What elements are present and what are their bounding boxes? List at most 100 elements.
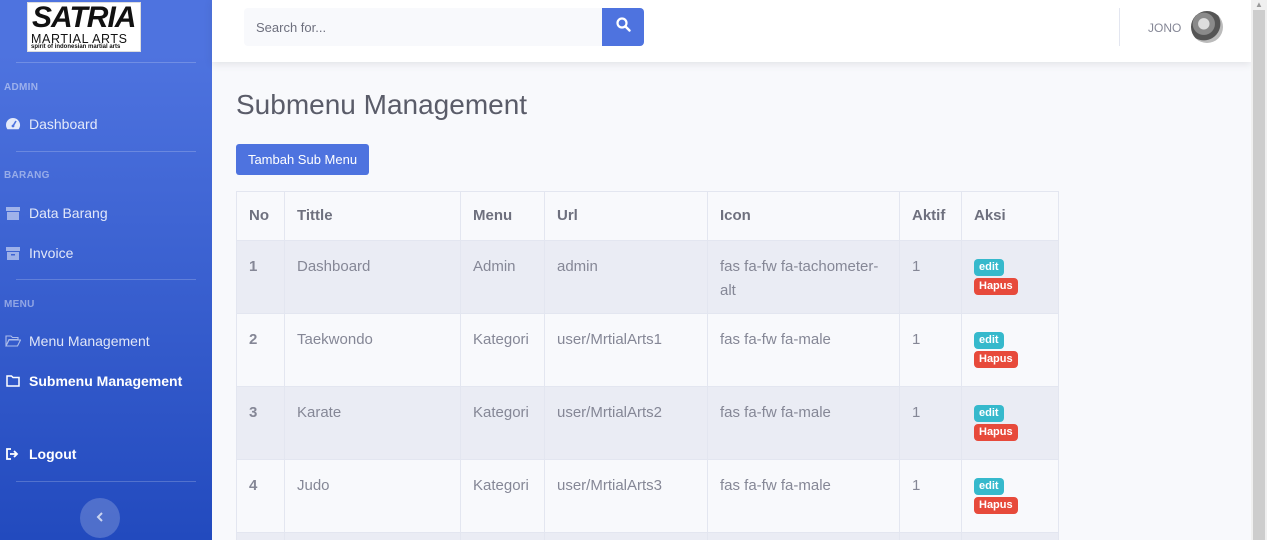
cell-no: 1 bbox=[236, 240, 285, 314]
column-header-menu: Menu bbox=[460, 191, 545, 241]
add-submenu-button[interactable]: Tambah Sub Menu bbox=[236, 144, 369, 175]
edit-button[interactable]: edit bbox=[974, 478, 1004, 495]
cell-url: user/MrtialArts1 bbox=[544, 313, 708, 387]
search-input[interactable] bbox=[244, 8, 602, 46]
cell-menu bbox=[460, 532, 545, 540]
cell-icon: fas fa-fw fa-tachometer-alt bbox=[707, 240, 900, 314]
sidebar-item-logout[interactable]: Logout bbox=[4, 442, 76, 466]
table-row: 1 Dashboard Admin admin fas fa-fw fa-tac… bbox=[236, 240, 1059, 314]
sidebar-item-label: Submenu Management bbox=[29, 373, 183, 389]
box-icon bbox=[4, 206, 22, 220]
cell-aksi: edit Hapus bbox=[961, 386, 1059, 460]
table-row bbox=[236, 532, 1059, 540]
tachometer-icon bbox=[4, 117, 22, 131]
sidebar-item-label: Data Barang bbox=[29, 205, 108, 221]
cell-aksi bbox=[961, 532, 1059, 540]
cell-aksi: edit Hapus bbox=[961, 240, 1059, 314]
brand-logo[interactable]: SATRIA MARTIAL ARTS spirit of indonesian… bbox=[27, 2, 141, 52]
column-header-url: Url bbox=[544, 191, 708, 241]
cell-menu: Kategori bbox=[460, 459, 545, 533]
sidebar-item-menu-management[interactable]: Menu Management bbox=[4, 329, 150, 353]
sidebar-item-invoice[interactable]: Invoice bbox=[4, 241, 73, 265]
sidebar-toggle-button[interactable] bbox=[80, 498, 120, 538]
column-header-icon: Icon bbox=[707, 191, 900, 241]
sidebar-item-dashboard[interactable]: Dashboard bbox=[4, 112, 98, 136]
cell-title: Dashboard bbox=[284, 240, 461, 314]
sidebar-item-submenu-management[interactable]: Submenu Management bbox=[4, 369, 182, 393]
sidebar-divider bbox=[16, 62, 196, 63]
edit-button[interactable]: edit bbox=[974, 259, 1004, 276]
sidebar-divider bbox=[16, 151, 196, 152]
folder-icon bbox=[4, 374, 22, 388]
cell-title: Taekwondo bbox=[284, 313, 461, 387]
column-header-title: Tittle bbox=[284, 191, 461, 241]
cell-icon: fas fa-fw fa-male bbox=[707, 313, 900, 387]
sidebar-heading-admin: ADMIN bbox=[4, 82, 39, 93]
scrollbar-thumb[interactable] bbox=[1253, 10, 1265, 540]
topbar: JONO bbox=[212, 0, 1251, 62]
search-icon bbox=[615, 17, 631, 37]
cell-title bbox=[284, 532, 461, 540]
page-title: Submenu Management bbox=[236, 89, 528, 120]
cell-icon bbox=[707, 532, 900, 540]
cell-url: admin bbox=[544, 240, 708, 314]
column-header-aktif: Aktif bbox=[899, 191, 962, 241]
table-row: 4 Judo Kategori user/MrtialArts3 fas fa-… bbox=[236, 459, 1059, 533]
table-header-row: No Tittle Menu Url Icon Aktif Aksi bbox=[236, 191, 1059, 241]
cell-aktif: 1 bbox=[899, 386, 962, 460]
table-row: 3 Karate Kategori user/MrtialArts2 fas f… bbox=[236, 386, 1059, 460]
sidebar: SATRIA MARTIAL ARTS spirit of indonesian… bbox=[0, 0, 212, 540]
table-row: 2 Taekwondo Kategori user/MrtialArts1 fa… bbox=[236, 313, 1059, 387]
cell-icon: fas fa-fw fa-male bbox=[707, 459, 900, 533]
topbar-divider bbox=[1119, 8, 1120, 46]
cell-icon: fas fa-fw fa-male bbox=[707, 386, 900, 460]
chevron-left-icon bbox=[96, 509, 104, 527]
brand-name: SATRIA bbox=[32, 2, 136, 34]
cell-no bbox=[236, 532, 285, 540]
brand-tagline: spirit of indonesian martial arts bbox=[31, 44, 121, 50]
cell-title: Karate bbox=[284, 386, 461, 460]
delete-button[interactable]: Hapus bbox=[974, 278, 1018, 295]
sidebar-divider bbox=[16, 481, 196, 482]
cell-no: 2 bbox=[236, 313, 285, 387]
column-header-aksi: Aksi bbox=[961, 191, 1059, 241]
cell-menu: Kategori bbox=[460, 313, 545, 387]
cell-url: user/MrtialArts2 bbox=[544, 386, 708, 460]
cell-aktif: 1 bbox=[899, 459, 962, 533]
column-header-no: No bbox=[236, 191, 285, 241]
sidebar-item-label: Invoice bbox=[29, 245, 74, 261]
sidebar-heading-barang: BARANG bbox=[4, 170, 50, 181]
cell-menu: Kategori bbox=[460, 386, 545, 460]
cell-url: user/MrtialArts3 bbox=[544, 459, 708, 533]
sidebar-divider bbox=[16, 279, 196, 280]
scrollbar[interactable]: ▲ bbox=[1251, 0, 1267, 540]
cell-title: Judo bbox=[284, 459, 461, 533]
folder-open-icon bbox=[4, 334, 22, 348]
cell-menu: Admin bbox=[460, 240, 545, 314]
avatar[interactable] bbox=[1191, 11, 1223, 43]
sign-out-icon bbox=[4, 447, 22, 461]
delete-button[interactable]: Hapus bbox=[974, 351, 1018, 368]
sidebar-item-data-barang[interactable]: Data Barang bbox=[4, 201, 108, 225]
sidebar-item-label: Dashboard bbox=[29, 116, 98, 132]
sidebar-item-label: Logout bbox=[29, 446, 77, 462]
edit-button[interactable]: edit bbox=[974, 405, 1004, 422]
sidebar-item-label: Menu Management bbox=[29, 333, 150, 349]
archive-icon bbox=[4, 246, 22, 260]
sidebar-heading-menu: MENU bbox=[4, 299, 35, 310]
cell-aktif bbox=[899, 532, 962, 540]
submenu-table: No Tittle Menu Url Icon Aktif Aksi 1 Das… bbox=[236, 191, 1059, 540]
cell-no: 4 bbox=[236, 459, 285, 533]
cell-aksi: edit Hapus bbox=[961, 313, 1059, 387]
user-name[interactable]: JONO bbox=[1148, 21, 1181, 35]
cell-aktif: 1 bbox=[899, 313, 962, 387]
cell-aksi: edit Hapus bbox=[961, 459, 1059, 533]
scroll-up-arrow-icon[interactable]: ▲ bbox=[1255, 0, 1263, 9]
search-button[interactable] bbox=[602, 8, 644, 46]
cell-aktif: 1 bbox=[899, 240, 962, 314]
cell-url bbox=[544, 532, 708, 540]
cell-no: 3 bbox=[236, 386, 285, 460]
delete-button[interactable]: Hapus bbox=[974, 497, 1018, 514]
edit-button[interactable]: edit bbox=[974, 332, 1004, 349]
delete-button[interactable]: Hapus bbox=[974, 424, 1018, 441]
